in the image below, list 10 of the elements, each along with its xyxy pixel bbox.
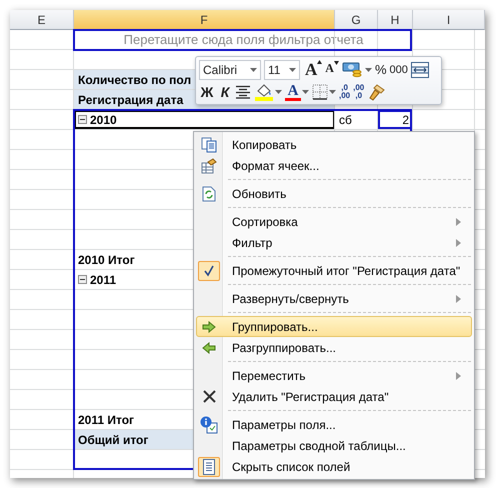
cell-text: 2011 Итог	[78, 412, 134, 426]
cell-text: 2010 Итог	[78, 252, 135, 266]
filter-drop-hint: Перетащите сюда поля фильтра отчета	[124, 32, 364, 47]
table-cell: 2	[378, 110, 413, 129]
cell-text: 2011	[90, 272, 116, 286]
table-cell-text: сб	[338, 112, 353, 128]
cell-text: 2010	[90, 112, 117, 126]
cell-text: Регистрация дата	[78, 92, 184, 106]
cell-text: Количество по пол	[78, 72, 192, 86]
cell-text: Общий итог	[78, 432, 148, 446]
